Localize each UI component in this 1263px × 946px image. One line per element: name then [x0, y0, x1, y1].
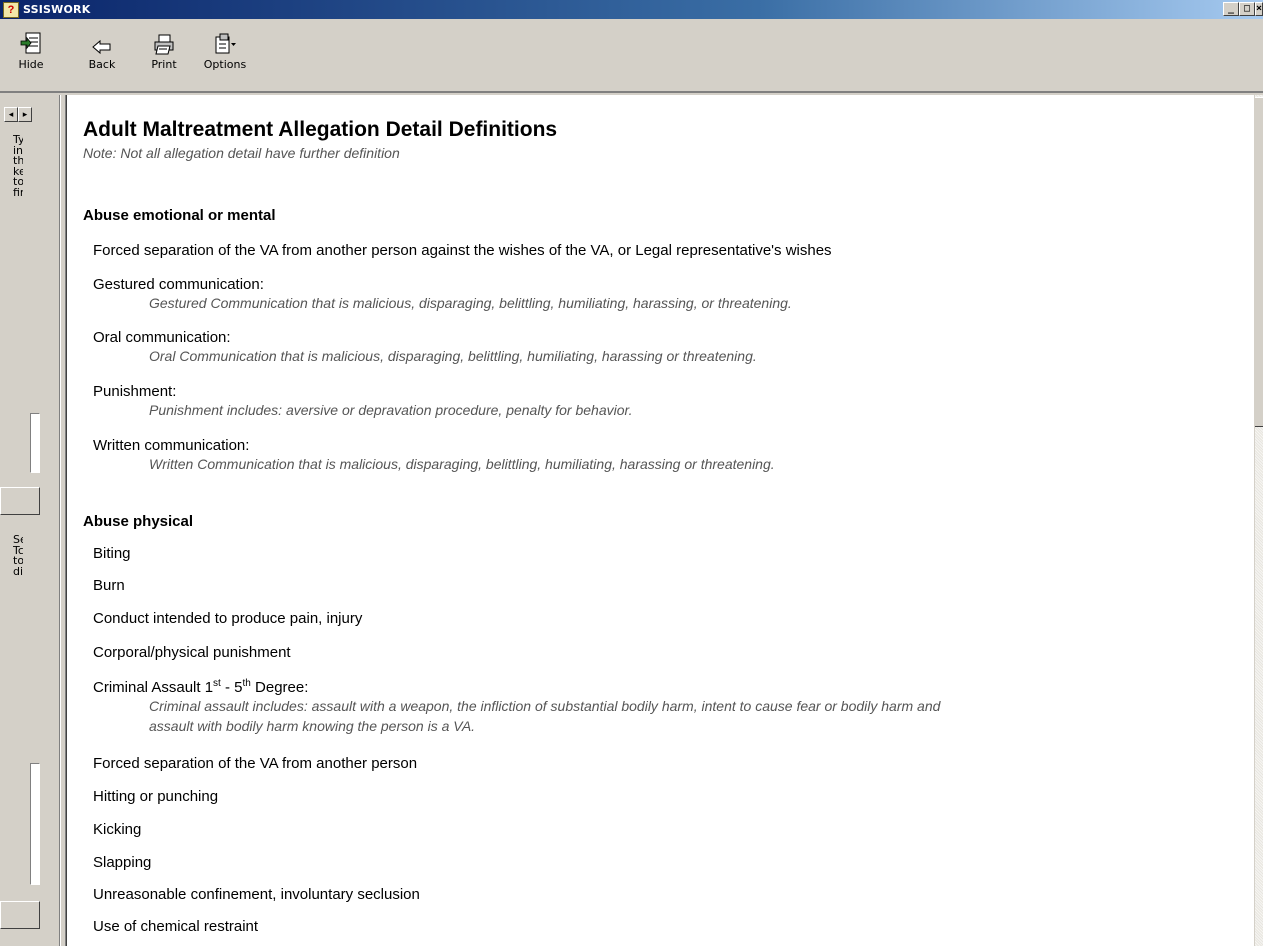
options-label: Options: [203, 58, 247, 71]
select-topic-text: Se Tc to dis: [13, 535, 23, 577]
display-button[interactable]: [0, 901, 40, 929]
pane-tab-scroller: ◂ ▸: [4, 107, 32, 122]
tab-scroll-right-button[interactable]: ▸: [18, 107, 32, 122]
definition-text: Written Communication that is malicious,…: [149, 456, 775, 472]
back-arrow-icon: [92, 21, 112, 55]
index-instructions-text: Ty in th ke to fin: [13, 135, 23, 198]
close-button[interactable]: ×: [1255, 2, 1263, 16]
list-item: Written communication:: [93, 437, 250, 454]
list-item: Hitting or punching: [93, 788, 219, 805]
print-label: Print: [151, 58, 177, 71]
list-item: Use of chemical restraint: [93, 918, 259, 935]
definition-text: Gestured Communication that is malicious…: [149, 295, 792, 311]
list-item: Biting: [93, 545, 131, 562]
window-title: SSISWORK: [23, 3, 91, 16]
window-titlebar: ? SSISWORK _ □ ×: [0, 0, 1263, 19]
list-item: Kicking: [93, 821, 142, 838]
section-title-abuse-physical: Abuse physical: [83, 513, 194, 530]
list-item: Forced separation of the VA from another…: [93, 755, 418, 772]
tab-scroll-left-button[interactable]: ◂: [4, 107, 18, 122]
options-icon: [213, 21, 237, 55]
scrollbar-thumb[interactable]: [1255, 97, 1263, 427]
list-item: Unreasonable confinement, involuntary se…: [93, 886, 420, 903]
hide-button[interactable]: Hide: [4, 21, 58, 91]
list-item: Forced separation of the VA from another…: [93, 242, 832, 259]
document: Adult Maltreatment Allegation Detail Def…: [83, 117, 1243, 161]
toolbar: Hide Back Print Options: [0, 19, 1263, 93]
list-item: Punishment:: [93, 383, 177, 400]
page-title: Adult Maltreatment Allegation Detail Def…: [83, 118, 558, 141]
back-label: Back: [88, 58, 116, 71]
topic-list[interactable]: [30, 763, 40, 885]
navigation-pane: ◂ ▸ Ty in th ke to fin Se Tc to dis: [0, 95, 60, 946]
section-title-abuse-emotional: Abuse emotional or mental: [83, 207, 276, 224]
topic-content: Adult Maltreatment Allegation Detail Def…: [66, 95, 1254, 946]
vertical-scrollbar[interactable]: [1254, 95, 1263, 946]
list-item: Gestured communication:: [93, 276, 264, 293]
definition-text: Punishment includes: aversive or deprava…: [149, 402, 633, 418]
page-note: Note: Not all allegation detail have fur…: [83, 145, 400, 161]
list-item: Oral communication:: [93, 329, 231, 346]
list-item: Conduct intended to produce pain, injury: [93, 610, 363, 627]
window-controls: _ □ ×: [1223, 2, 1263, 16]
list-item: Criminal Assault 1st - 5th Degree:: [93, 678, 309, 697]
definition-text: Criminal assault includes: assault with …: [149, 698, 941, 734]
hide-label: Hide: [18, 58, 44, 71]
minimize-button[interactable]: _: [1223, 2, 1239, 16]
maximize-button[interactable]: □: [1239, 2, 1255, 16]
keyword-input[interactable]: [30, 413, 40, 473]
list-item: Burn: [93, 577, 125, 594]
definition-text: Oral Communication that is malicious, di…: [149, 348, 757, 364]
hide-icon: [20, 21, 42, 55]
print-button[interactable]: Print: [144, 21, 184, 91]
back-button[interactable]: Back: [82, 21, 122, 91]
list-item: Slapping: [93, 854, 152, 871]
options-button[interactable]: Options: [196, 21, 254, 91]
list-item: Corporal/physical punishment: [93, 644, 291, 661]
help-app-icon: ?: [3, 1, 19, 18]
list-topics-button[interactable]: [0, 487, 40, 515]
printer-icon: [153, 21, 175, 55]
